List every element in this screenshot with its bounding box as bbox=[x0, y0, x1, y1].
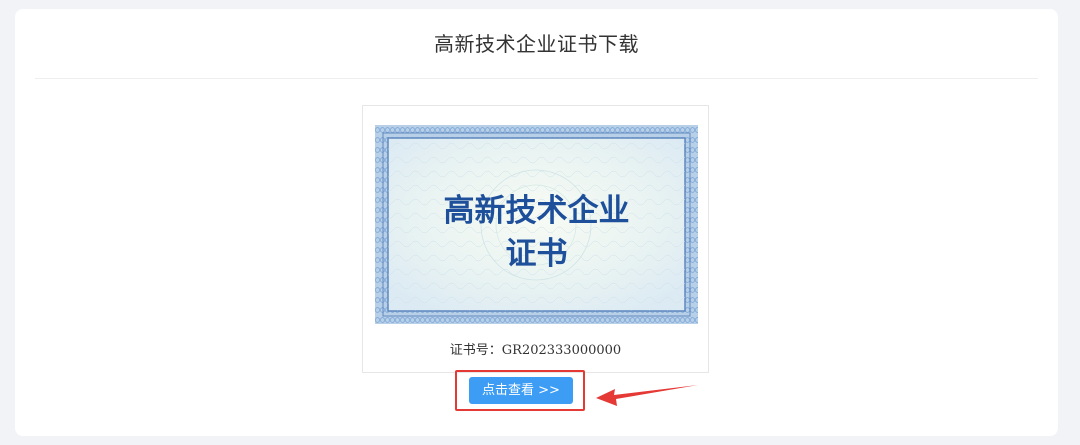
certificate-title-line1: 高新技术企业 bbox=[444, 193, 630, 229]
title-divider bbox=[35, 78, 1038, 79]
page-title: 高新技术企业证书下载 bbox=[434, 32, 639, 56]
red-arrow-icon bbox=[596, 385, 698, 406]
view-certificate-button[interactable]: 点击查看 >> bbox=[469, 377, 573, 404]
certificate-preview: 高新技术企业 证书 证书号：GR202333000000 bbox=[362, 105, 709, 373]
certificate-image: 高新技术企业 证书 bbox=[375, 125, 698, 324]
certificate-number: 证书号：GR202333000000 bbox=[449, 343, 622, 358]
certificate-title-line2: 证书 bbox=[506, 236, 568, 272]
